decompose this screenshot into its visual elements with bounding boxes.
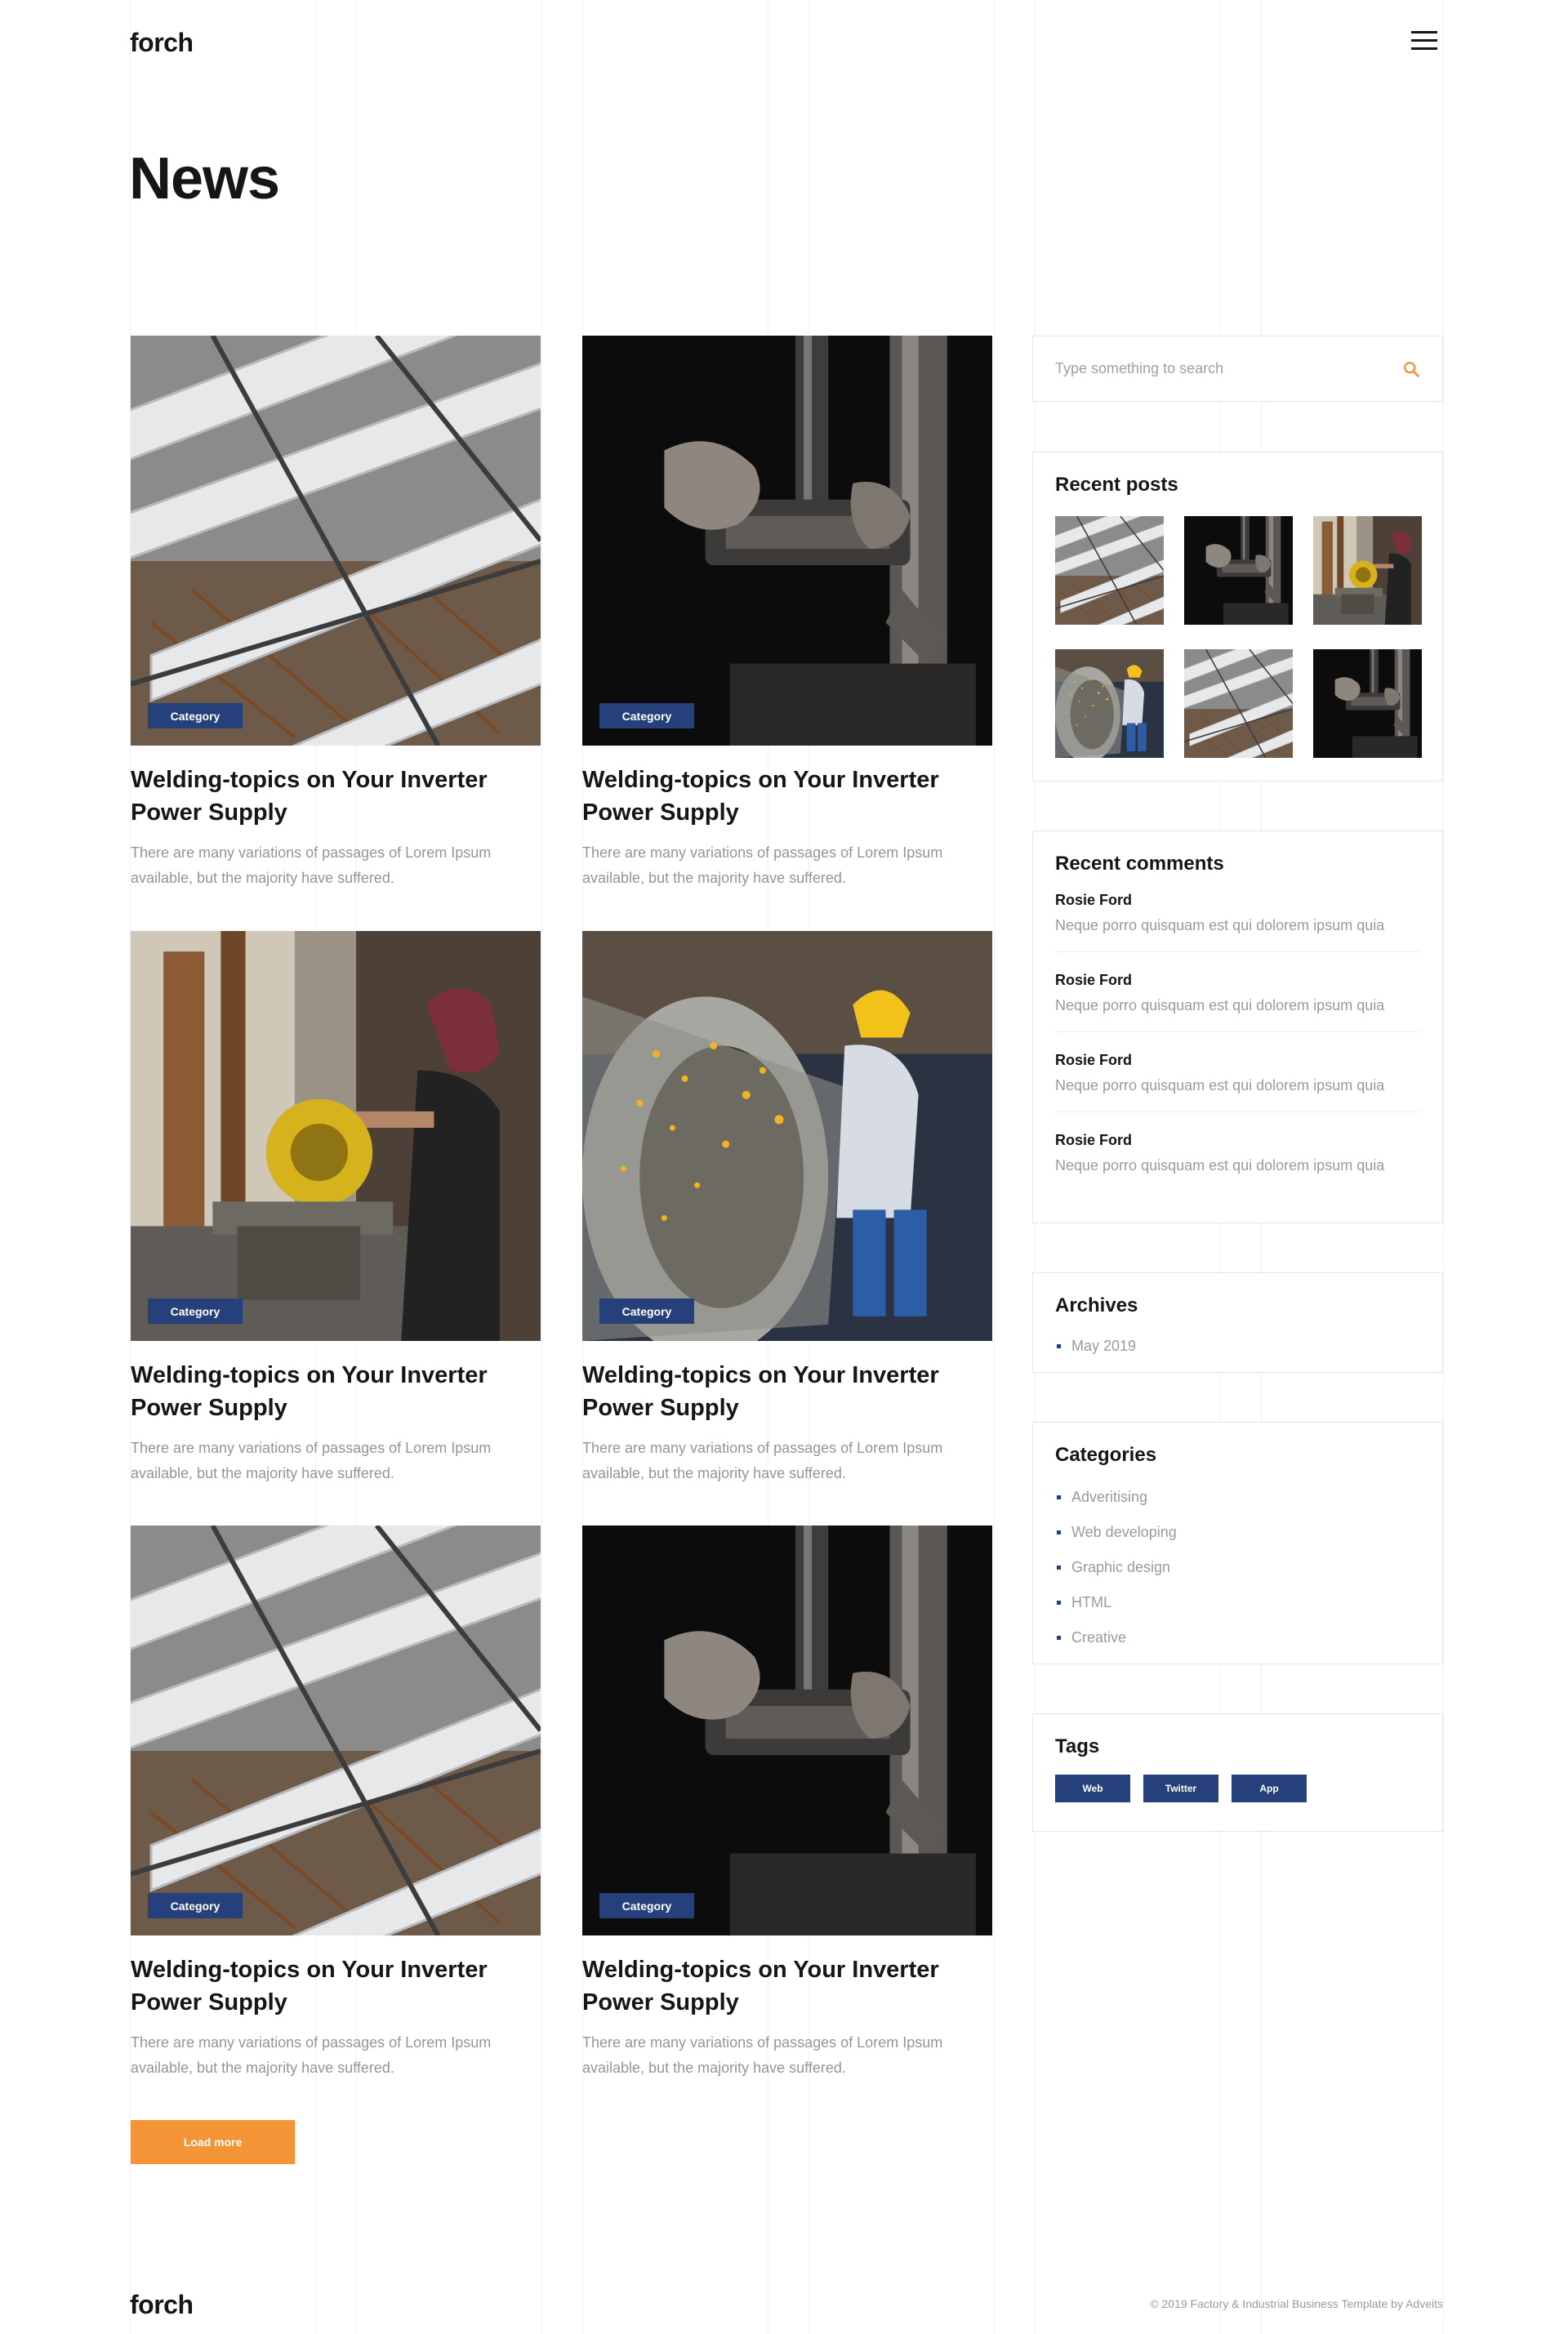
- comment-item: Rosie Ford Neque porro quisquam est qui …: [1055, 875, 1420, 952]
- post-title[interactable]: Welding-topics on Your Inverter Power Su…: [582, 1359, 992, 1424]
- categories-title: Categories: [1055, 1444, 1157, 1466]
- load-more-button[interactable]: Load more: [131, 2120, 295, 2164]
- recent-comments-title: Recent comments: [1055, 853, 1224, 875]
- footer-logo[interactable]: forch: [130, 2290, 194, 2320]
- post-excerpt: There are many variations of passages of…: [131, 844, 492, 886]
- post-card: Category Welding-topics on Your Inverter…: [131, 336, 541, 891]
- tags-title: Tags: [1055, 1735, 1100, 1757]
- archives-title: Archives: [1055, 1294, 1138, 1316]
- category-badge[interactable]: Category: [599, 1893, 694, 1918]
- tag-twitter[interactable]: Twitter: [1143, 1775, 1218, 1802]
- post-title[interactable]: Welding-topics on Your Inverter Power Su…: [131, 1359, 541, 1424]
- post-excerpt: There are many variations of passages of…: [582, 2034, 943, 2076]
- copyright-text: © 2019 Factory & Industrial Business Tem…: [1150, 2297, 1443, 2310]
- recent-posts-title: Recent posts: [1055, 474, 1178, 496]
- post-excerpt: There are many variations of passages of…: [582, 1440, 943, 1481]
- post-image[interactable]: [582, 931, 992, 1341]
- post-title[interactable]: Welding-topics on Your Inverter Power Su…: [582, 764, 992, 829]
- comment-author[interactable]: Rosie Ford: [1055, 1052, 1420, 1069]
- comment-author[interactable]: Rosie Ford: [1055, 972, 1420, 989]
- search-widget: [1032, 336, 1443, 402]
- header-logo[interactable]: forch: [130, 28, 194, 58]
- category-badge[interactable]: Category: [599, 1298, 694, 1324]
- category-link[interactable]: HTML: [1055, 1585, 1420, 1620]
- post-image[interactable]: [131, 931, 541, 1341]
- post-image[interactable]: [131, 1526, 541, 1935]
- category-link[interactable]: Web developing: [1055, 1515, 1420, 1550]
- category-badge[interactable]: Category: [599, 703, 694, 728]
- post-excerpt: There are many variations of passages of…: [131, 1440, 492, 1481]
- post-card: Category Welding-topics on Your Inverter…: [582, 931, 992, 1486]
- comment-text: Neque porro quisquam est qui dolorem ips…: [1055, 997, 1385, 1013]
- category-link[interactable]: Graphic design: [1055, 1550, 1420, 1585]
- recent-post-thumbnail[interactable]: [1313, 516, 1422, 625]
- search-icon[interactable]: [1402, 360, 1420, 378]
- post-image[interactable]: [131, 336, 541, 746]
- comment-item: Rosie Ford Neque porro quisquam est qui …: [1055, 952, 1420, 1032]
- recent-post-thumbnail[interactable]: [1055, 516, 1164, 625]
- comment-author[interactable]: Rosie Ford: [1055, 892, 1420, 909]
- tags-widget: Tags Web Twitter App: [1032, 1713, 1443, 1832]
- archives-list: May 2019: [1055, 1329, 1420, 1364]
- archives-widget: Archives May 2019: [1032, 1272, 1443, 1373]
- post-card: Category Welding-topics on Your Inverter…: [582, 336, 992, 891]
- comment-text: Neque porro quisquam est qui dolorem ips…: [1055, 917, 1385, 933]
- post-image[interactable]: [582, 336, 992, 746]
- comment-item: Rosie Ford Neque porro quisquam est qui …: [1055, 1032, 1420, 1112]
- archive-link[interactable]: May 2019: [1055, 1329, 1420, 1364]
- categories-widget: Categories Adveritising Web developing G…: [1032, 1422, 1443, 1664]
- tag-app[interactable]: App: [1232, 1775, 1307, 1802]
- post-excerpt: There are many variations of passages of…: [131, 2034, 492, 2076]
- post-title[interactable]: Welding-topics on Your Inverter Power Su…: [582, 1953, 992, 2019]
- post-card: Category Welding-topics on Your Inverter…: [131, 1526, 541, 2081]
- search-input[interactable]: [1055, 360, 1402, 377]
- category-link[interactable]: Adveritising: [1055, 1480, 1420, 1515]
- category-badge[interactable]: Category: [148, 1893, 243, 1918]
- recent-comments-widget: Recent comments Rosie Ford Neque porro q…: [1032, 831, 1443, 1223]
- category-badge[interactable]: Category: [148, 1298, 243, 1324]
- post-card: Category Welding-topics on Your Inverter…: [582, 1526, 992, 2081]
- comment-author[interactable]: Rosie Ford: [1055, 1132, 1420, 1149]
- category-link[interactable]: Creative: [1055, 1620, 1420, 1655]
- category-badge[interactable]: Category: [148, 703, 243, 728]
- hamburger-menu-icon[interactable]: [1411, 31, 1437, 51]
- post-excerpt: There are many variations of passages of…: [582, 844, 943, 886]
- recent-post-thumbnail[interactable]: [1313, 649, 1422, 758]
- recent-post-thumbnail[interactable]: [1184, 516, 1293, 625]
- post-card: Category Welding-topics on Your Inverter…: [131, 931, 541, 1486]
- post-image[interactable]: [582, 1526, 992, 1935]
- categories-list: Adveritising Web developing Graphic desi…: [1055, 1480, 1420, 1655]
- post-title[interactable]: Welding-topics on Your Inverter Power Su…: [131, 764, 541, 829]
- recent-posts-thumbnails: [1055, 516, 1422, 758]
- page-title: News: [129, 146, 280, 212]
- tag-list: Web Twitter App: [1055, 1775, 1420, 1802]
- tag-web[interactable]: Web: [1055, 1775, 1130, 1802]
- recent-post-thumbnail[interactable]: [1184, 649, 1293, 758]
- comment-item: Rosie Ford Neque porro quisquam est qui …: [1055, 1112, 1420, 1191]
- post-title[interactable]: Welding-topics on Your Inverter Power Su…: [131, 1953, 541, 2019]
- recent-post-thumbnail[interactable]: [1055, 649, 1164, 758]
- comment-text: Neque porro quisquam est qui dolorem ips…: [1055, 1077, 1385, 1094]
- recent-posts-widget: Recent posts: [1032, 452, 1443, 782]
- comment-text: Neque porro quisquam est qui dolorem ips…: [1055, 1157, 1385, 1174]
